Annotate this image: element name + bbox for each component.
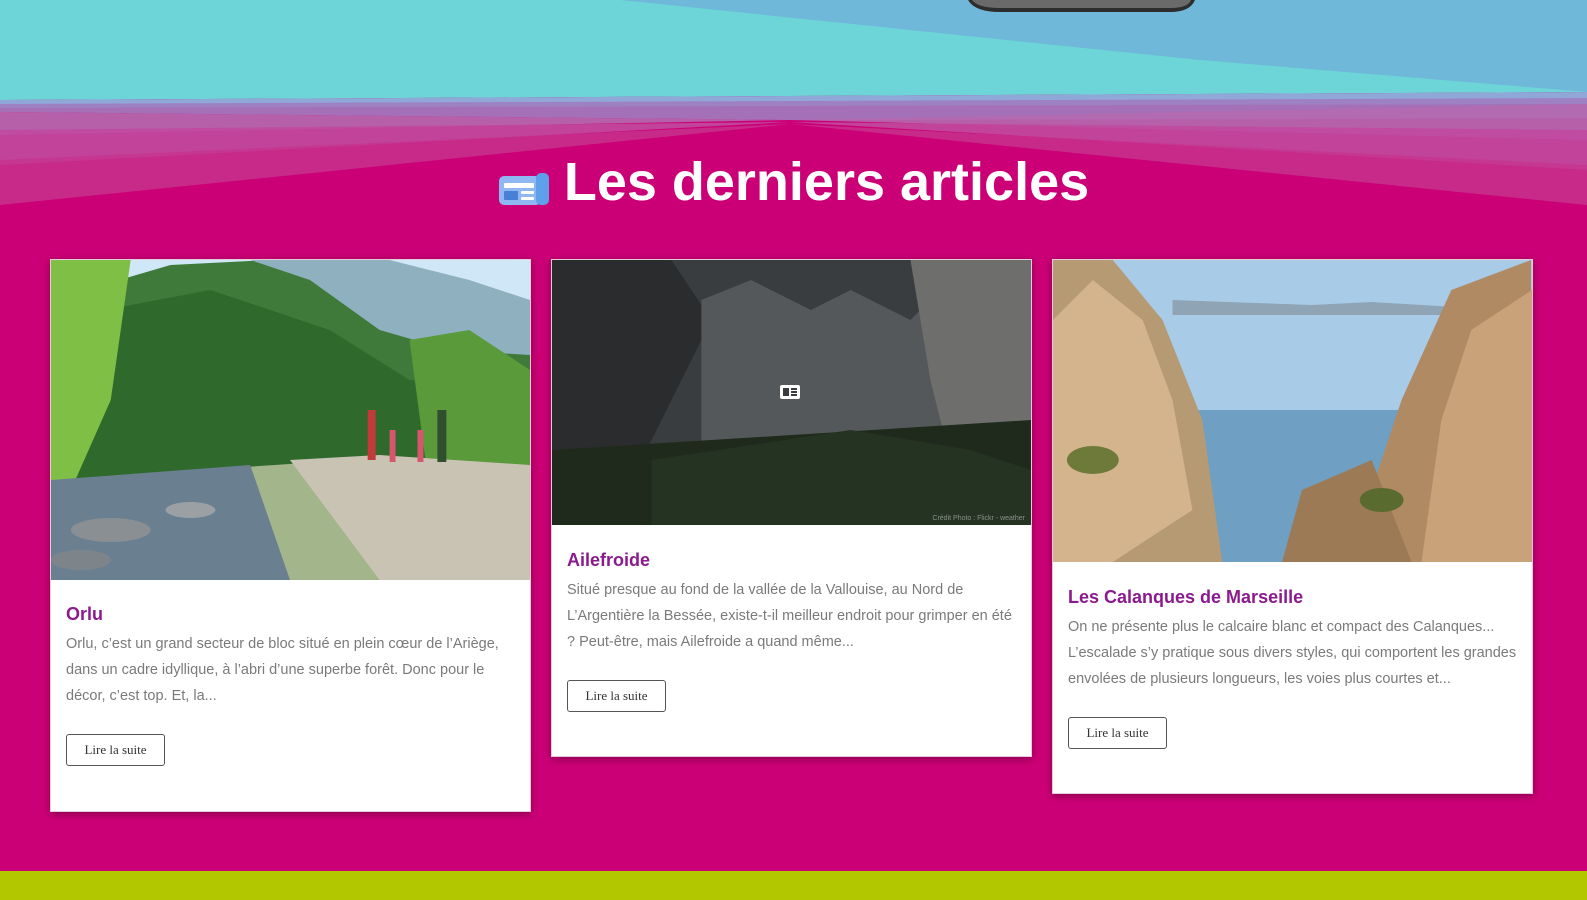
- article-excerpt: Situé presque au fond de la vallée de la…: [567, 582, 1012, 650]
- article-title[interactable]: Les Calanques de Marseille: [1068, 587, 1303, 608]
- article-excerpt: On ne présente plus le calcaire blanc et…: [1068, 619, 1517, 687]
- read-more-button[interactable]: Lire la suite: [567, 680, 666, 712]
- newspaper-icon: [780, 385, 800, 399]
- section-title: Les derniers articles: [0, 152, 1587, 225]
- article-card-calanques: Les Calanques de Marseille On ne présent…: [1052, 259, 1533, 794]
- article-image-ailefroide[interactable]: Crédit Photo : Flickr - weather: [552, 260, 1031, 525]
- newspaper-icon: [498, 159, 550, 205]
- photo-credit: Crédit Photo : Flickr - weather: [932, 515, 1025, 522]
- article-image-calanques[interactable]: [1053, 260, 1532, 562]
- article-excerpt: Orlu, c’est un grand secteur de bloc sit…: [66, 636, 499, 704]
- footer-decorative-band: [0, 871, 1587, 900]
- read-more-button[interactable]: Lire la suite: [1068, 717, 1167, 749]
- article-title[interactable]: Orlu: [66, 604, 103, 625]
- article-title[interactable]: Ailefroide: [567, 550, 650, 571]
- section-title-text: Les derniers articles: [563, 152, 1090, 212]
- read-more-button[interactable]: Lire la suite: [66, 734, 165, 766]
- article-card-orlu: Orlu Orlu, c’est un grand secteur de blo…: [50, 259, 531, 812]
- article-image-orlu[interactable]: [51, 260, 530, 580]
- article-card-ailefroide: Crédit Photo : Flickr - weather Ailefroi…: [551, 259, 1032, 757]
